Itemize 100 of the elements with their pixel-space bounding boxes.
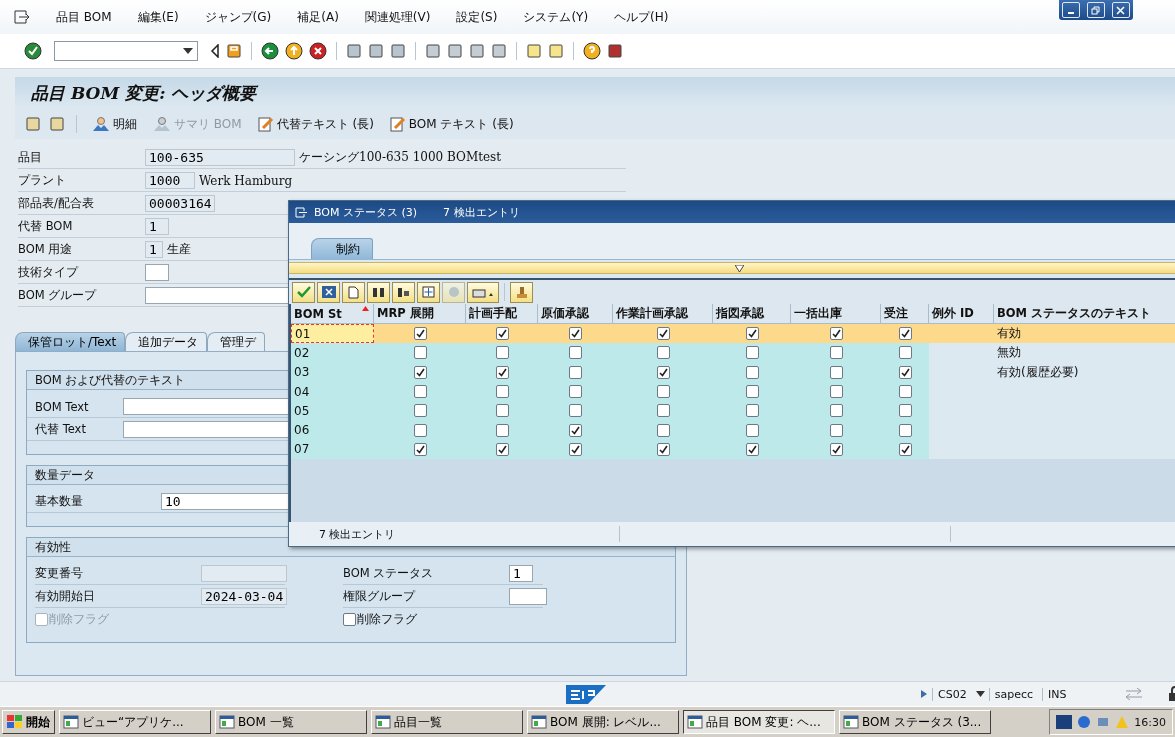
checkbox[interactable]: [495, 346, 509, 360]
cancel-icon[interactable]: [309, 42, 327, 60]
column-header[interactable]: 受注: [881, 304, 929, 324]
column-header[interactable]: 一括出庫: [791, 304, 881, 324]
menu-item[interactable]: ヘルプ(H): [614, 8, 669, 26]
table-row-cell[interactable]: 01: [291, 324, 374, 344]
checkbox[interactable]: [656, 385, 670, 399]
checkbox[interactable]: [829, 327, 843, 341]
taskbar-button[interactable]: 品目 BOM 変更: ヘ...: [683, 710, 835, 734]
taskbar-button[interactable]: 品目一覧: [371, 710, 523, 734]
checkbox[interactable]: [495, 365, 509, 379]
input-field[interactable]: [509, 588, 547, 605]
toolbar-button[interactable]: 明細: [88, 114, 141, 134]
checkbox[interactable]: [745, 442, 759, 456]
toolbar-button[interactable]: 代替テキスト (長): [253, 114, 378, 134]
checkbox[interactable]: [569, 423, 582, 437]
checkbox[interactable]: [898, 385, 912, 399]
checkbox[interactable]: [829, 365, 843, 379]
restore-icon[interactable]: [1087, 2, 1105, 18]
cancel-icon[interactable]: [317, 281, 340, 303]
back-icon[interactable]: [261, 42, 279, 60]
input-field[interactable]: 100-635: [145, 149, 295, 166]
checkbox[interactable]: [898, 365, 912, 379]
table-row-cell[interactable]: 05: [291, 401, 374, 421]
table-row-cell[interactable]: 06: [291, 420, 374, 440]
input-field[interactable]: 00003164: [145, 195, 215, 212]
column-header[interactable]: 例外 ID: [929, 304, 994, 324]
start-button[interactable]: 開始: [2, 710, 55, 734]
checkbox[interactable]: [569, 365, 582, 379]
checkbox[interactable]: [829, 404, 843, 418]
menu-item[interactable]: システム(Y): [523, 8, 589, 26]
input-field[interactable]: [145, 264, 169, 281]
taskbar-button[interactable]: ビュー“アプリケ...: [59, 710, 211, 734]
tab[interactable]: 追加データ: [125, 332, 208, 351]
checkbox[interactable]: [343, 613, 356, 626]
table-row-cell[interactable]: 07: [291, 439, 374, 460]
checkbox[interactable]: [569, 327, 582, 341]
tab[interactable]: 管理デ: [207, 332, 266, 351]
taskbar-button[interactable]: BOM 一覧: [215, 710, 367, 734]
table-row-cell[interactable]: 03: [291, 362, 374, 382]
checkbox[interactable]: [745, 327, 759, 341]
triangle-icon[interactable]: [734, 264, 744, 272]
checkbox[interactable]: [898, 423, 912, 437]
column-header[interactable]: BOM St: [291, 304, 374, 324]
checkbox[interactable]: [656, 365, 670, 379]
checkbox[interactable]: [745, 423, 759, 437]
menu-item[interactable]: ジャンプ(G): [204, 8, 272, 26]
tab[interactable]: 制約: [311, 238, 373, 259]
enter-icon[interactable]: [24, 42, 42, 60]
triangle-icon[interactable]: [210, 44, 220, 58]
close-icon[interactable]: [1111, 2, 1130, 18]
checkbox[interactable]: [413, 346, 427, 360]
checkbox[interactable]: [495, 404, 509, 418]
checkbox[interactable]: [569, 385, 582, 399]
dropdown-icon[interactable]: [975, 691, 985, 697]
checkbox[interactable]: [413, 385, 427, 399]
column-header[interactable]: BOM ステータスのテキスト: [994, 304, 1175, 324]
checkbox[interactable]: [569, 442, 582, 456]
checkbox[interactable]: [413, 365, 427, 379]
checkbox[interactable]: [829, 423, 843, 437]
checkbox[interactable]: [495, 442, 509, 456]
column-header[interactable]: 原価承認: [538, 304, 613, 324]
save-icon[interactable]: [226, 43, 242, 59]
checkbox[interactable]: [569, 346, 582, 360]
input-field[interactable]: 1: [145, 241, 163, 258]
checkbox[interactable]: [413, 423, 427, 437]
checkbox[interactable]: [745, 346, 759, 360]
checkbox[interactable]: [898, 346, 912, 360]
input-field[interactable]: 1: [509, 565, 533, 582]
menu-item[interactable]: 設定(S): [456, 8, 498, 26]
checkbox[interactable]: [413, 442, 427, 456]
checkbox[interactable]: [829, 346, 843, 360]
checkbox[interactable]: [656, 404, 670, 418]
checkbox[interactable]: [495, 423, 509, 437]
menu-item[interactable]: 品目 BOM: [56, 8, 112, 26]
table-row-cell[interactable]: 02: [291, 343, 374, 363]
checkbox[interactable]: [898, 327, 912, 341]
stamp-icon[interactable]: [510, 281, 533, 303]
column-header[interactable]: MRP 展開: [374, 304, 466, 324]
checkbox[interactable]: [745, 404, 759, 418]
checkbox[interactable]: [656, 423, 670, 437]
minimize-icon[interactable]: [1062, 2, 1081, 18]
menu-icon[interactable]: [14, 10, 30, 24]
up-icon[interactable]: [285, 42, 303, 60]
tab[interactable]: 保管ロット/Text: [15, 332, 126, 351]
input-field[interactable]: 1: [145, 218, 169, 235]
checkbox[interactable]: [829, 385, 843, 399]
checkbox[interactable]: [413, 327, 427, 341]
checkbox[interactable]: [656, 346, 670, 360]
checkbox[interactable]: [898, 442, 912, 456]
checkbox[interactable]: [898, 404, 912, 418]
taskbar-button[interactable]: BOM 展開: レベル...: [527, 710, 679, 734]
checkbox[interactable]: [495, 385, 509, 399]
command-field[interactable]: [54, 41, 198, 61]
menu-item[interactable]: 補足(A): [297, 8, 339, 26]
menu-item[interactable]: 関連処理(V): [364, 8, 431, 26]
checkbox[interactable]: [495, 327, 509, 341]
checkbox[interactable]: [745, 365, 759, 379]
menu-item[interactable]: 編集(E): [137, 8, 179, 26]
confirm-icon[interactable]: [292, 281, 315, 303]
